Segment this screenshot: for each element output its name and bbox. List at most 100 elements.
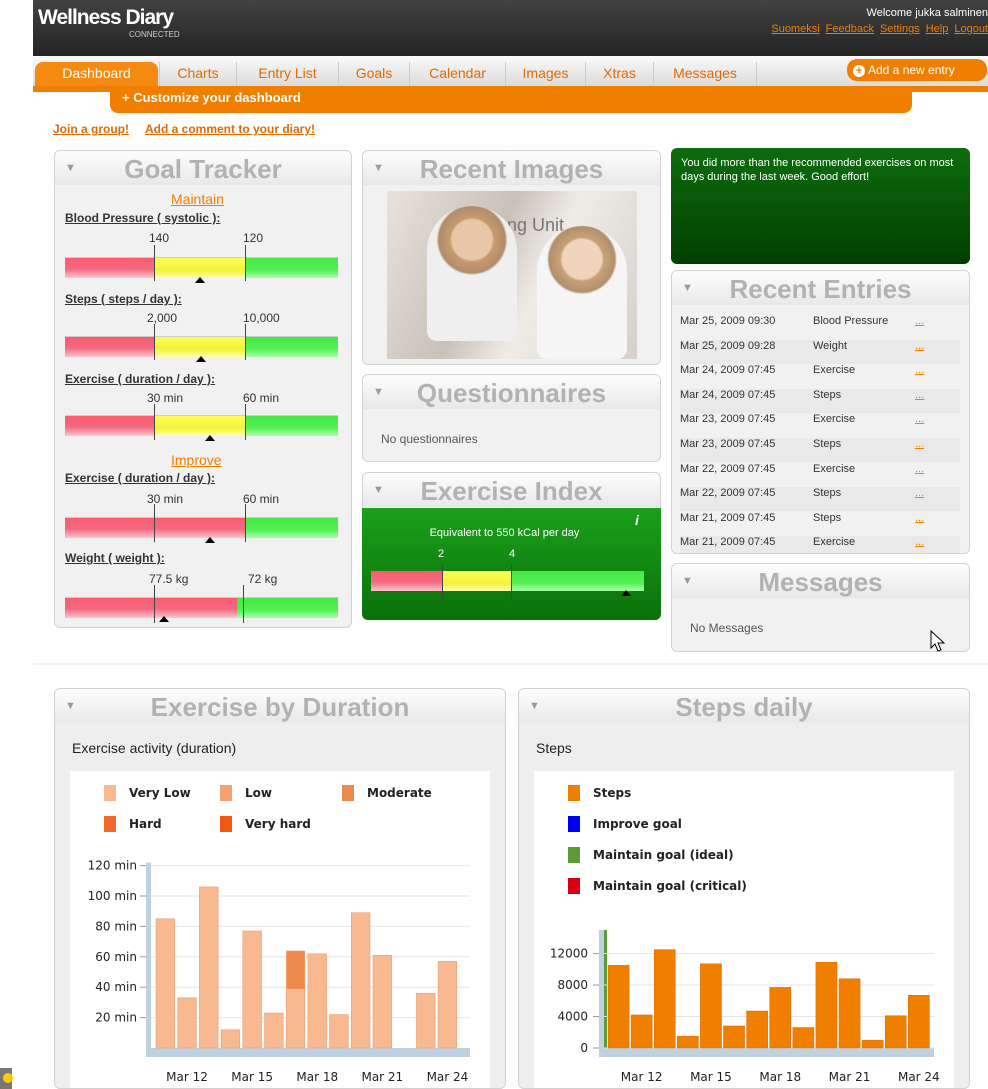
y-axis-band <box>599 929 604 1048</box>
bar-steps <box>700 963 722 1049</box>
exercise-chart-subtitle: Exercise activity (duration) <box>72 740 237 756</box>
recent-images-panel: ▼ Recent Images ng Unit <box>362 150 661 365</box>
goal-value-2: 10,000 <box>243 311 280 325</box>
entry-more-link[interactable]: ... <box>915 487 924 499</box>
goal-value-1: 30 min <box>147 492 184 506</box>
entry-date: Mar 25, 2009 09:30 <box>680 315 776 327</box>
photo-caption: ng Unit <box>507 215 565 235</box>
goal-value-2: 120 <box>243 231 264 245</box>
tab-calendar[interactable]: Calendar <box>409 62 505 86</box>
tab-images[interactable]: Images <box>505 62 585 86</box>
entry-type: Blood Pressure <box>813 315 889 327</box>
messages-title: Messages <box>758 567 883 597</box>
link-feedback[interactable]: Feedback <box>826 23 874 35</box>
add-entry-button[interactable]: + Add a new entry <box>847 59 987 81</box>
legend-swatch <box>568 878 580 894</box>
add-comment-link[interactable]: Add a comment to your diary! <box>145 122 315 136</box>
entry-more-link[interactable]: ... <box>915 512 924 524</box>
entry-more-link[interactable]: ... <box>915 536 924 548</box>
welcome-text: Welcome jukka salminen <box>866 7 988 19</box>
tab-charts[interactable]: Charts <box>159 62 236 86</box>
tab-entry-list[interactable]: Entry List <box>236 62 338 86</box>
tab-goals[interactable]: Goals <box>338 62 409 86</box>
recent-entries-title: Recent Entries <box>729 274 912 304</box>
entry-type: Weight <box>813 339 848 352</box>
entry-more-link[interactable]: ... <box>915 463 924 475</box>
info-icon[interactable]: i <box>635 512 639 528</box>
maintain-ideal-line <box>604 929 607 1048</box>
bar-very-low <box>155 918 175 1049</box>
entry-more-link[interactable]: ... <box>915 413 924 425</box>
recent-entry-row[interactable]: Mar 23, 2009 07:45 Exercise... <box>680 413 960 437</box>
y-tick-label: 40 min <box>95 980 137 994</box>
recent-entry-row[interactable]: Mar 24, 2009 07:45 Steps... <box>680 388 960 413</box>
legend-label: Very hard <box>245 817 311 831</box>
goal-bar <box>65 597 338 618</box>
add-entry-label: Add a new entry <box>868 63 955 77</box>
left-strip <box>0 0 33 1089</box>
bar-steps <box>884 1015 907 1049</box>
legend-swatch <box>568 785 580 801</box>
section-divider <box>33 663 988 665</box>
questionnaires-title: Questionnaires <box>416 378 607 408</box>
tab-messages[interactable]: Messages <box>653 62 757 86</box>
entry-type: Exercise <box>813 462 856 475</box>
recent-entry-row[interactable]: Mar 25, 2009 09:30 Blood Pressure... <box>680 315 960 339</box>
brand-logo[interactable]: Wellness Diary <box>38 6 174 30</box>
bar-steps <box>908 995 930 1049</box>
legend-label: Hard <box>129 817 162 831</box>
goal-bar <box>65 257 338 278</box>
entry-date: Mar 24, 2009 07:45 <box>680 388 776 401</box>
main-nav: Dashboard Charts Entry List Goals Calend… <box>33 56 988 86</box>
recent-entry-row[interactable]: Mar 22, 2009 07:45 Steps... <box>680 487 960 512</box>
improve-heading[interactable]: Improve <box>171 452 222 468</box>
plus-icon: + <box>853 65 865 77</box>
entry-more-link[interactable]: ... <box>915 340 924 352</box>
link-settings[interactable]: Settings <box>880 23 920 35</box>
x-tick-label: Mar 18 <box>296 1070 338 1084</box>
goal-value-1: 77.5 kg <box>149 572 189 586</box>
recent-entry-row[interactable]: Mar 23, 2009 07:45 Steps... <box>680 438 960 462</box>
entry-more-link[interactable]: ... <box>915 315 924 327</box>
notification-badge[interactable] <box>0 1068 13 1089</box>
entry-date: Mar 21, 2009 07:45 <box>680 511 776 524</box>
entry-more-link[interactable]: ... <box>915 389 924 401</box>
recent-entry-row[interactable]: Mar 22, 2009 07:45 Exercise... <box>680 463 960 487</box>
recent-entry-row[interactable]: Mar 21, 2009 07:45 Steps... <box>680 512 960 536</box>
recent-entry-row[interactable]: Mar 24, 2009 07:45 Exercise... <box>680 364 960 388</box>
entry-type: Steps <box>813 487 842 500</box>
bar-steps <box>677 1035 699 1049</box>
entry-date: Mar 23, 2009 07:45 <box>680 413 776 426</box>
goal-value-1: 30 min <box>147 391 184 405</box>
goal-label-blood-pressure: Blood Pressure ( systolic ): <box>65 211 221 225</box>
link-logout[interactable]: Logout <box>954 23 988 35</box>
join-group-link[interactable]: Join a group! <box>53 122 129 136</box>
legend-swatch <box>568 816 580 832</box>
goal-label-weight: Weight ( weight ): <box>65 551 165 565</box>
exercise-chart-panel: ▼ Exercise by Duration Exercise activity… <box>54 688 506 1089</box>
y-tick-label: 120 min <box>88 859 137 873</box>
tab-xtras[interactable]: Xtras <box>585 62 653 86</box>
tab-dashboard[interactable]: Dashboard <box>35 62 158 86</box>
entry-date: Mar 24, 2009 07:45 <box>680 364 776 377</box>
recent-entry-row[interactable]: Mar 21, 2009 07:45 Exercise... <box>680 536 960 553</box>
x-tick-label: Mar 18 <box>759 1070 801 1084</box>
steps-chart-subtitle: Steps <box>536 740 572 756</box>
x-axis-band <box>146 1048 470 1057</box>
recent-image-thumbnail[interactable]: ng Unit <box>387 191 637 359</box>
link-help[interactable]: Help <box>926 23 949 35</box>
bar-very-low <box>437 961 458 1049</box>
entry-more-link[interactable]: ... <box>915 364 924 376</box>
alert-icon <box>3 1073 13 1083</box>
header-links: Suomeksi Feedback Settings Help Logout <box>765 23 988 35</box>
bar-very-low <box>220 1029 241 1049</box>
customize-dashboard-button[interactable]: + Customize your dashboard <box>110 86 912 113</box>
bar-steps <box>607 965 630 1049</box>
messages-header: ▼ Messages <box>672 564 969 598</box>
x-axis-band <box>599 1048 934 1057</box>
link-suomeksi[interactable]: Suomeksi <box>771 23 819 35</box>
entry-more-link[interactable]: ... <box>915 438 924 450</box>
maintain-heading[interactable]: Maintain <box>171 191 224 207</box>
exercise-chart-title: Exercise by Duration <box>150 692 410 722</box>
recent-entry-row[interactable]: Mar 25, 2009 09:28 Weight... <box>680 339 960 364</box>
